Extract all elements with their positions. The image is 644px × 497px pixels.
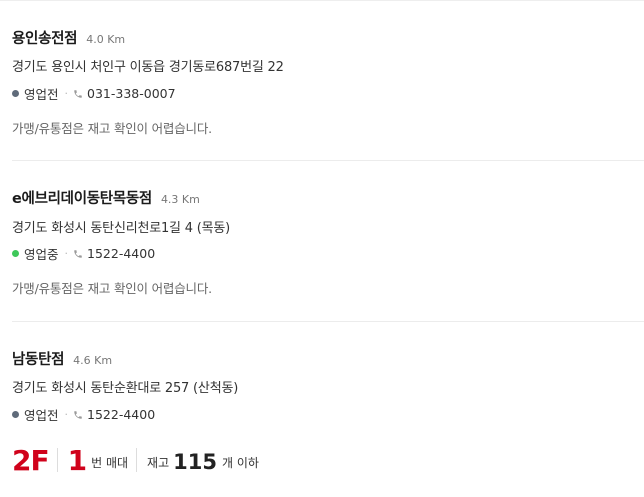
phone-icon — [74, 249, 82, 258]
stock-unit: 개 이하 — [221, 456, 259, 470]
separator-dot: · — [64, 87, 69, 100]
store-status-row: 영업중 · 1522-4400 — [12, 244, 155, 263]
store-status-row: 영업전 · 1522-4400 — [12, 405, 155, 424]
store-name[interactable]: e에브리데이동탄목동점 — [12, 187, 152, 208]
store-header: 용인송전점 4.0 Km — [12, 27, 125, 48]
stock-location: 2F 1 번 매대 재고 115 개 이하 — [12, 440, 259, 476]
separator-dot: · — [64, 247, 69, 260]
aisle-number: 1 — [67, 444, 88, 477]
stock-label: 재고 — [147, 456, 170, 470]
store-phone-link[interactable]: 1522-4400 — [87, 246, 155, 261]
store-header: 남동탄점 4.6 Km — [12, 348, 112, 369]
store-card[interactable]: 용인송전점 4.0 Km 경기도 용인시 처인구 이동읍 경기동로687번길 2… — [12, 0, 644, 161]
store-status-row: 영업전 · 031-338-0007 — [12, 84, 176, 103]
divider — [56, 448, 58, 472]
aisle-label: 번 매대 — [91, 456, 129, 470]
store-card[interactable]: 남동탄점 4.6 Km 경기도 화성시 동탄순환대로 257 (산척동) 영업전… — [12, 322, 644, 497]
store-distance: 4.3 Km — [160, 193, 200, 206]
stock-notice: 가맹/유통점은 재고 확인이 어렵습니다. — [12, 121, 212, 136]
store-card[interactable]: e에브리데이동탄목동점 4.3 Km 경기도 화성시 동탄신리천로1길 4 (목… — [12, 161, 644, 322]
business-status: 영업전 — [24, 87, 59, 102]
status-dot-icon — [12, 250, 19, 257]
status-dot-icon — [12, 90, 19, 97]
store-phone-link[interactable]: 1522-4400 — [87, 407, 155, 422]
phone-icon — [74, 89, 82, 98]
store-distance: 4.0 Km — [86, 33, 126, 46]
business-status: 영업전 — [24, 408, 59, 423]
store-name[interactable]: 남동탄점 — [12, 348, 64, 369]
store-address: 경기도 화성시 동탄신리천로1길 4 (목동) — [12, 221, 231, 236]
stock-notice: 가맹/유통점은 재고 확인이 어렵습니다. — [12, 281, 212, 296]
stock-count: 115 — [173, 450, 217, 474]
store-name[interactable]: 용인송전점 — [12, 27, 78, 48]
store-header: e에브리데이동탄목동점 4.3 Km — [12, 187, 200, 208]
store-distance: 4.6 Km — [73, 354, 113, 367]
separator-dot: · — [64, 408, 69, 421]
store-address: 경기도 화성시 동탄순환대로 257 (산척동) — [12, 381, 239, 396]
phone-icon — [74, 410, 82, 419]
divider — [136, 448, 138, 472]
business-status: 영업중 — [24, 247, 59, 262]
store-address: 경기도 용인시 처인구 이동읍 경기동로687번길 22 — [12, 60, 284, 75]
status-dot-icon — [12, 411, 19, 418]
floor-number: 2F — [12, 444, 50, 477]
store-phone-link[interactable]: 031-338-0007 — [87, 86, 176, 101]
